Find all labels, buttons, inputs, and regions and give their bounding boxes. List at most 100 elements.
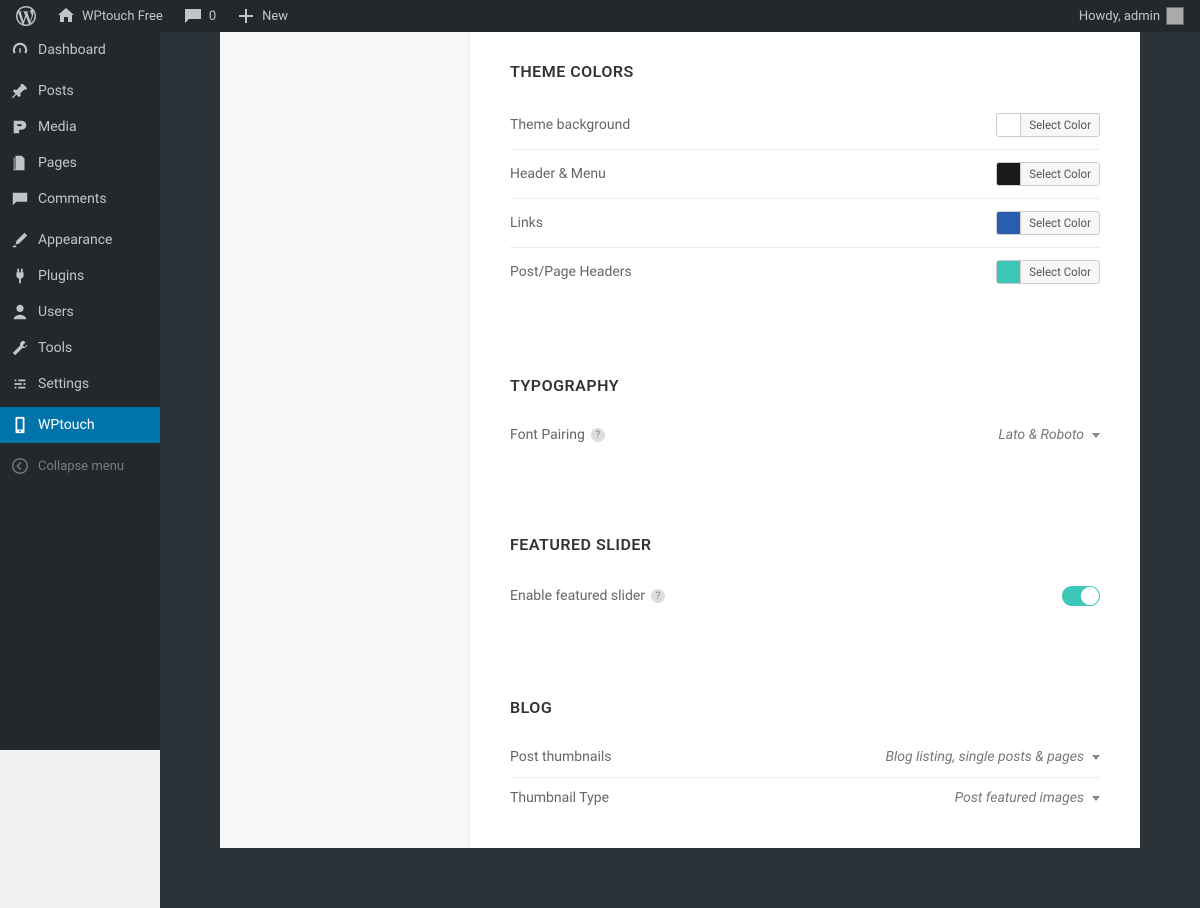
sidebar-item-label: Plugins	[38, 268, 84, 284]
color-picker-theme-background[interactable]: Select Color	[996, 113, 1100, 137]
sidebar-item-plugins[interactable]: Plugins	[0, 258, 160, 294]
sidebar-item-media[interactable]: Media	[0, 109, 160, 145]
sidebar-item-label: Dashboard	[38, 42, 106, 58]
color-swatch	[997, 163, 1021, 185]
collapse-menu[interactable]: Collapse menu	[0, 448, 160, 484]
color-picker-header-menu[interactable]: Select Color	[996, 162, 1100, 186]
admin-bar-right: Howdy, admin	[1071, 0, 1192, 32]
sidebar-item-tools[interactable]: Tools	[0, 330, 160, 366]
new-label: New	[262, 9, 288, 24]
row-label: Thumbnail Type	[510, 790, 609, 806]
select-color-button[interactable]: Select Color	[1021, 213, 1099, 233]
pages-icon	[10, 153, 30, 173]
section-featured-slider: FEATURED SLIDER Enable featured slider ?	[510, 535, 1100, 618]
panel-sidebar	[220, 32, 470, 848]
main-content: THEME COLORS Theme background Select Col…	[160, 0, 1200, 908]
settings-icon	[10, 374, 30, 394]
wp-logo[interactable]	[8, 0, 44, 32]
section-title: FEATURED SLIDER	[510, 535, 1100, 554]
post-thumbnails-dropdown[interactable]: Blog listing, single posts & pages	[885, 749, 1100, 765]
color-swatch	[997, 261, 1021, 283]
sidebar-item-label: WPtouch	[38, 417, 95, 433]
sidebar-item-label: Posts	[38, 83, 74, 99]
user-avatar-icon	[1166, 7, 1184, 25]
row-theme-background: Theme background Select Color	[510, 101, 1100, 150]
sidebar-item-label: Tools	[38, 340, 72, 356]
row-links: Links Select Color	[510, 199, 1100, 248]
admin-bar-left: WPtouch Free 0 New	[8, 0, 296, 32]
comments-count: 0	[209, 9, 216, 24]
dropdown-value: Post featured images	[955, 790, 1084, 806]
user-icon	[10, 302, 30, 322]
site-name-link[interactable]: WPtouch Free	[48, 0, 171, 32]
sidebar-item-label: Media	[38, 119, 77, 135]
sidebar-item-label: Comments	[38, 191, 107, 207]
home-icon	[56, 6, 76, 26]
row-label: Enable featured slider ?	[510, 588, 665, 604]
row-post-thumbnails: Post thumbnails Blog listing, single pos…	[510, 737, 1100, 778]
row-header-menu: Header & Menu Select Color	[510, 150, 1100, 199]
sidebar-item-label: Pages	[38, 155, 77, 171]
media-icon	[10, 117, 30, 137]
font-pairing-dropdown[interactable]: Lato & Roboto	[998, 427, 1100, 443]
sidebar-item-settings[interactable]: Settings	[0, 366, 160, 402]
new-content-link[interactable]: New	[228, 0, 296, 32]
wordpress-icon	[16, 6, 36, 26]
color-swatch	[997, 114, 1021, 136]
site-name: WPtouch Free	[82, 9, 163, 24]
settings-panel: THEME COLORS Theme background Select Col…	[220, 32, 1140, 848]
color-picker-links[interactable]: Select Color	[996, 211, 1100, 235]
row-label: Theme background	[510, 117, 630, 133]
collapse-label: Collapse menu	[38, 459, 124, 474]
select-color-button[interactable]: Select Color	[1021, 262, 1099, 282]
chevron-down-icon	[1092, 433, 1100, 438]
section-typography: TYPOGRAPHY Font Pairing ? Lato & Roboto	[510, 376, 1100, 455]
row-font-pairing: Font Pairing ? Lato & Roboto	[510, 415, 1100, 455]
color-swatch	[997, 212, 1021, 234]
row-label: Links	[510, 215, 543, 231]
chevron-down-icon	[1092, 755, 1100, 760]
chevron-down-icon	[1092, 796, 1100, 801]
section-title: BLOG	[510, 698, 1100, 717]
dropdown-value: Lato & Roboto	[998, 427, 1084, 443]
plus-icon	[236, 6, 256, 26]
select-color-button[interactable]: Select Color	[1021, 115, 1099, 135]
sidebar-item-posts[interactable]: Posts	[0, 73, 160, 109]
help-icon[interactable]: ?	[651, 589, 665, 603]
help-icon[interactable]: ?	[591, 428, 605, 442]
dropdown-value: Blog listing, single posts & pages	[885, 749, 1084, 765]
sidebar-item-comments[interactable]: Comments	[0, 181, 160, 217]
sidebar-item-pages[interactable]: Pages	[0, 145, 160, 181]
select-color-button[interactable]: Select Color	[1021, 164, 1099, 184]
row-enable-featured-slider: Enable featured slider ?	[510, 574, 1100, 618]
sidebar-item-appearance[interactable]: Appearance	[0, 222, 160, 258]
sidebar-item-users[interactable]: Users	[0, 294, 160, 330]
wrench-icon	[10, 338, 30, 358]
section-title: TYPOGRAPHY	[510, 376, 1100, 395]
sidebar-item-dashboard[interactable]: Dashboard	[0, 32, 160, 68]
brush-icon	[10, 230, 30, 250]
collapse-icon	[10, 456, 30, 476]
comment-icon	[183, 6, 203, 26]
row-thumbnail-type: Thumbnail Type Post featured images	[510, 778, 1100, 818]
row-post-page-headers: Post/Page Headers Select Color	[510, 248, 1100, 296]
phone-icon	[10, 415, 30, 435]
comment-icon	[10, 189, 30, 209]
featured-slider-toggle[interactable]	[1062, 586, 1100, 606]
sidebar-item-label: Users	[38, 304, 74, 320]
row-label: Post/Page Headers	[510, 264, 632, 280]
thumbnail-type-dropdown[interactable]: Post featured images	[955, 790, 1100, 806]
pin-icon	[10, 81, 30, 101]
color-picker-post-headers[interactable]: Select Color	[996, 260, 1100, 284]
row-label: Font Pairing ?	[510, 427, 605, 443]
sidebar-item-label: Settings	[38, 376, 89, 392]
section-theme-colors: THEME COLORS Theme background Select Col…	[510, 62, 1100, 296]
admin-bar: WPtouch Free 0 New Howdy, admin	[0, 0, 1200, 32]
row-label: Post thumbnails	[510, 749, 612, 765]
toggle-knob	[1081, 587, 1099, 605]
row-label: Header & Menu	[510, 166, 606, 182]
howdy-link[interactable]: Howdy, admin	[1071, 0, 1192, 32]
sidebar-item-label: Appearance	[38, 232, 112, 248]
comments-link[interactable]: 0	[175, 0, 224, 32]
sidebar-item-wptouch[interactable]: WPtouch	[0, 407, 160, 443]
